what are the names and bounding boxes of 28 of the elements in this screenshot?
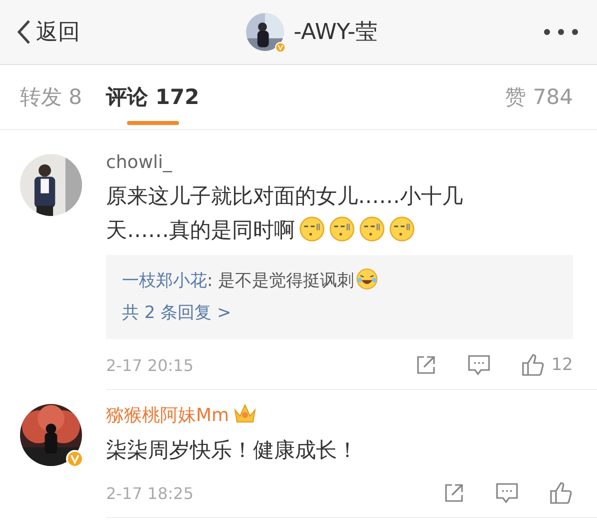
author-name[interactable]: chowli_ <box>106 152 172 173</box>
comment-button[interactable] <box>495 482 519 504</box>
more-replies-link[interactable]: 共 2 条回复 > <box>122 297 232 329</box>
page-title: -AWY-莹 <box>294 19 378 47</box>
comment-time: 2-17 18:25 <box>106 484 195 502</box>
like-button[interactable] <box>549 481 573 505</box>
comment-time: 2-17 20:15 <box>106 356 195 374</box>
tab[interactable]: 评论 172 <box>106 65 200 129</box>
share-button[interactable] <box>415 354 438 376</box>
reply-text: 一枝郑小花: 是不是觉得挺讽刺 <box>122 265 557 297</box>
tab[interactable]: 转发 8 <box>20 65 82 129</box>
share-button[interactable] <box>443 482 465 504</box>
comment-icon <box>495 482 519 504</box>
thumbs-up-icon <box>521 353 546 377</box>
more-icon[interactable] <box>542 28 579 36</box>
share-icon <box>415 354 438 376</box>
author-name[interactable]: 猕猴桃阿妹Mm <box>106 403 230 427</box>
comment-icon <box>467 354 492 376</box>
comment-text: 柒柒周岁快乐！健康成长！ <box>106 437 359 464</box>
back-chevron-icon <box>16 19 32 45</box>
thumbs-up-icon <box>549 481 573 505</box>
tab[interactable]: 赞 784 <box>505 65 573 129</box>
comment-text: 原来这儿子就比对面的女儿……小十几天……真的是同时啊 <box>106 183 464 244</box>
like-button[interactable]: 12 <box>521 353 573 377</box>
share-icon <box>443 482 465 504</box>
comment-button[interactable] <box>467 354 492 376</box>
crown-icon <box>233 402 258 424</box>
back-button[interactable]: 返回 <box>16 17 80 47</box>
